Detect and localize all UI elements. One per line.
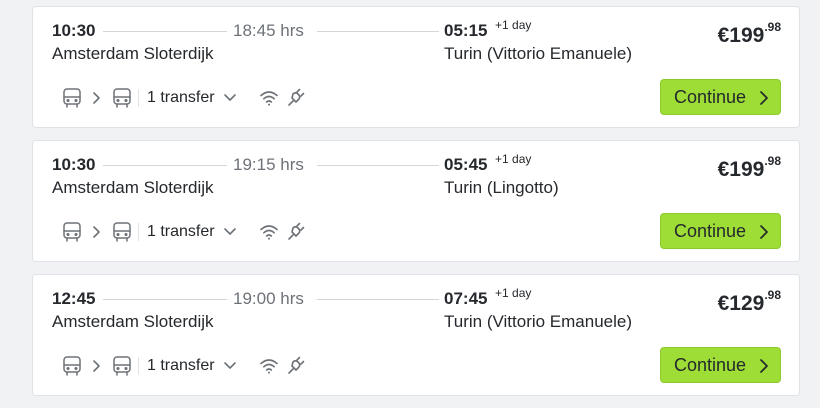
transfer-label: 1 transfer	[147, 89, 215, 106]
transfer-toggle[interactable]: 1 transfer	[147, 221, 237, 243]
price-main: €199	[717, 24, 765, 47]
chevron-down-icon	[223, 94, 236, 101]
chevron-down-icon	[223, 362, 236, 369]
chevron-right-icon	[760, 359, 768, 373]
route-line	[103, 31, 227, 32]
chevron-right-icon	[93, 92, 100, 104]
transfer-toggle[interactable]: 1 transfer	[147, 355, 237, 377]
route-line	[317, 165, 439, 166]
trip-card[interactable]: 10:30 19:15 hrs 05:45 +1 day Amsterdam S…	[32, 140, 800, 262]
transfer-toggle[interactable]: 1 transfer	[147, 87, 237, 109]
departure-time: 10:30	[52, 155, 96, 174]
arrival-station: Turin (Lingotto)	[444, 178, 559, 197]
divider	[138, 223, 139, 241]
departure-station: Amsterdam Sloterdijk	[52, 178, 214, 197]
price-cents: .98	[764, 154, 781, 168]
arrival-time: 07:45	[444, 289, 488, 308]
price-cents: .98	[764, 20, 781, 34]
bus-icon	[63, 88, 81, 108]
trip-duration: 19:00 hrs	[233, 289, 304, 308]
day-offset: +1 day	[495, 18, 532, 32]
transfer-label: 1 transfer	[147, 223, 215, 240]
chevron-right-icon	[93, 360, 100, 372]
bus-icon	[113, 88, 131, 108]
trip-duration: 18:45 hrs	[233, 21, 304, 40]
bus-icon	[63, 222, 81, 242]
price: €199.98	[717, 154, 781, 182]
continue-label: Continue	[674, 354, 747, 375]
transfer-label: 1 transfer	[147, 357, 215, 374]
arrival-time: 05:45	[444, 155, 488, 174]
continue-button[interactable]: Continue	[660, 213, 781, 249]
bus-icon	[113, 356, 131, 376]
price-main: €199	[717, 158, 765, 181]
departure-time: 12:45	[52, 289, 96, 308]
arrival-station: Turin (Vittorio Emanuele)	[444, 312, 633, 331]
power-plug-icon	[288, 222, 305, 240]
trip-card[interactable]: 10:30 18:45 hrs 05:15 +1 day Amsterdam S…	[32, 6, 800, 128]
price-main: €129	[717, 292, 765, 315]
bus-icon	[63, 356, 81, 376]
continue-button[interactable]: Continue	[660, 347, 781, 383]
route-line	[317, 31, 439, 32]
wifi-icon	[260, 91, 278, 106]
arrival-station: Turin (Vittorio Emanuele)	[444, 44, 633, 63]
divider	[138, 357, 139, 375]
continue-label: Continue	[674, 220, 747, 241]
price-cents: .98	[764, 288, 781, 302]
chevron-right-icon	[760, 91, 768, 105]
trip-results-list: 10:30 18:45 hrs 05:15 +1 day Amsterdam S…	[32, 6, 800, 408]
power-plug-icon	[288, 88, 305, 106]
wifi-icon	[260, 225, 278, 240]
power-plug-icon	[288, 356, 305, 374]
continue-button[interactable]: Continue	[660, 79, 781, 115]
route-line	[317, 299, 439, 300]
arrival-time: 05:15	[444, 21, 488, 40]
route-line	[103, 165, 227, 166]
departure-station: Amsterdam Sloterdijk	[52, 44, 214, 63]
day-offset: +1 day	[495, 152, 532, 166]
departure-time: 10:30	[52, 21, 96, 40]
trip-card[interactable]: 12:45 19:00 hrs 07:45 +1 day Amsterdam S…	[32, 274, 800, 396]
continue-label: Continue	[674, 86, 747, 107]
price: €199.98	[717, 20, 781, 48]
chevron-down-icon	[223, 228, 236, 235]
route-line	[103, 299, 227, 300]
bus-icon	[113, 222, 131, 242]
chevron-right-icon	[93, 226, 100, 238]
day-offset: +1 day	[495, 286, 532, 300]
price: €129.98	[717, 288, 781, 316]
chevron-right-icon	[760, 225, 768, 239]
trip-duration: 19:15 hrs	[233, 155, 304, 174]
departure-station: Amsterdam Sloterdijk	[52, 312, 214, 331]
divider	[138, 89, 139, 107]
wifi-icon	[260, 359, 278, 374]
